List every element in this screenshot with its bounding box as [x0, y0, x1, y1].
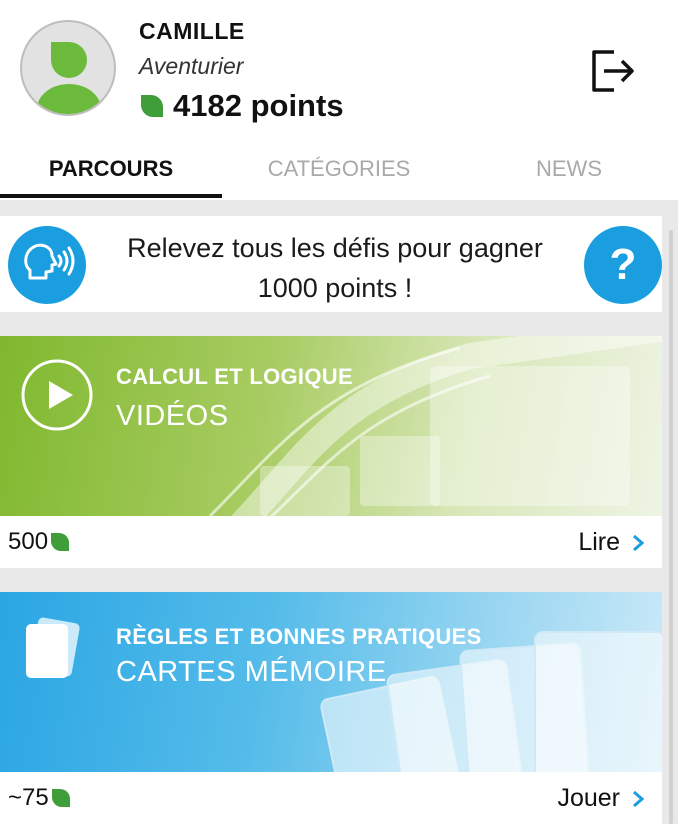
card-category: CALCUL ET LOGIQUE [116, 364, 353, 389]
card-category: RÈGLES ET BONNES PRATIQUES [116, 624, 482, 649]
play-button[interactable]: Jouer [557, 784, 644, 813]
reward-value: ~75 [8, 784, 49, 811]
user-level: Aventurier [139, 53, 244, 79]
avatar[interactable] [20, 20, 116, 116]
card-banner: RÈGLES ET BONNES PRATIQUES CARTES MÉMOIR… [0, 592, 662, 772]
film-strip-decoration [208, 336, 662, 516]
chevron-right-icon [633, 790, 644, 807]
points-row: 4182 points [139, 88, 344, 124]
card-banner: CALCUL ET LOGIQUE VIDÉOS [0, 336, 662, 516]
cards-icon [26, 617, 80, 678]
reward: ~75 [8, 784, 70, 812]
card-footer: ~75 Jouer [0, 772, 662, 824]
card-type: VIDÉOS [116, 400, 229, 432]
challenge-text: Relevez tous les défis pour gagner 1000 … [127, 233, 543, 303]
action-label: Lire [578, 528, 620, 556]
chevron-right-icon [633, 534, 644, 551]
avatar-body [37, 84, 101, 114]
action-label: Jouer [557, 784, 620, 812]
leaf-icon [51, 789, 70, 807]
leaf-icon [51, 533, 70, 551]
content-area[interactable]: Relevez tous les défis pour gagner 1000 … [0, 200, 678, 824]
profile-header: CAMILLE Aventurier 4182 points [0, 0, 678, 140]
avatar-head [51, 42, 87, 78]
challenge-banner: Relevez tous les défis pour gagner 1000 … [0, 216, 662, 312]
help-button[interactable]: ? [584, 226, 662, 304]
tab-bar: PARCOURS CATÉGORIES NEWS [0, 140, 678, 200]
points-value: 4182 points [173, 88, 344, 123]
card-memory-cards[interactable]: RÈGLES ET BONNES PRATIQUES CARTES MÉMOIR… [0, 592, 662, 824]
read-button[interactable]: Lire [578, 528, 644, 557]
tab-categories[interactable]: CATÉGORIES [228, 156, 450, 182]
reward: 500 [8, 528, 70, 556]
scrollbar[interactable] [669, 230, 673, 824]
active-tab-indicator [0, 194, 222, 198]
card-type: CARTES MÉMOIRE [116, 656, 387, 688]
logout-icon[interactable] [588, 48, 638, 94]
user-name: CAMILLE [139, 18, 245, 44]
card-videos[interactable]: CALCUL ET LOGIQUE VIDÉOS 500 Lire [0, 336, 662, 568]
card-footer: 500 Lire [0, 516, 662, 568]
tab-news[interactable]: NEWS [458, 156, 678, 182]
speaking-head-icon [24, 243, 75, 280]
tab-parcours[interactable]: PARCOURS [0, 156, 222, 182]
leaf-icon [141, 95, 163, 117]
speak-button[interactable] [8, 226, 86, 304]
reward-value: 500 [8, 528, 49, 555]
play-icon [21, 359, 93, 431]
